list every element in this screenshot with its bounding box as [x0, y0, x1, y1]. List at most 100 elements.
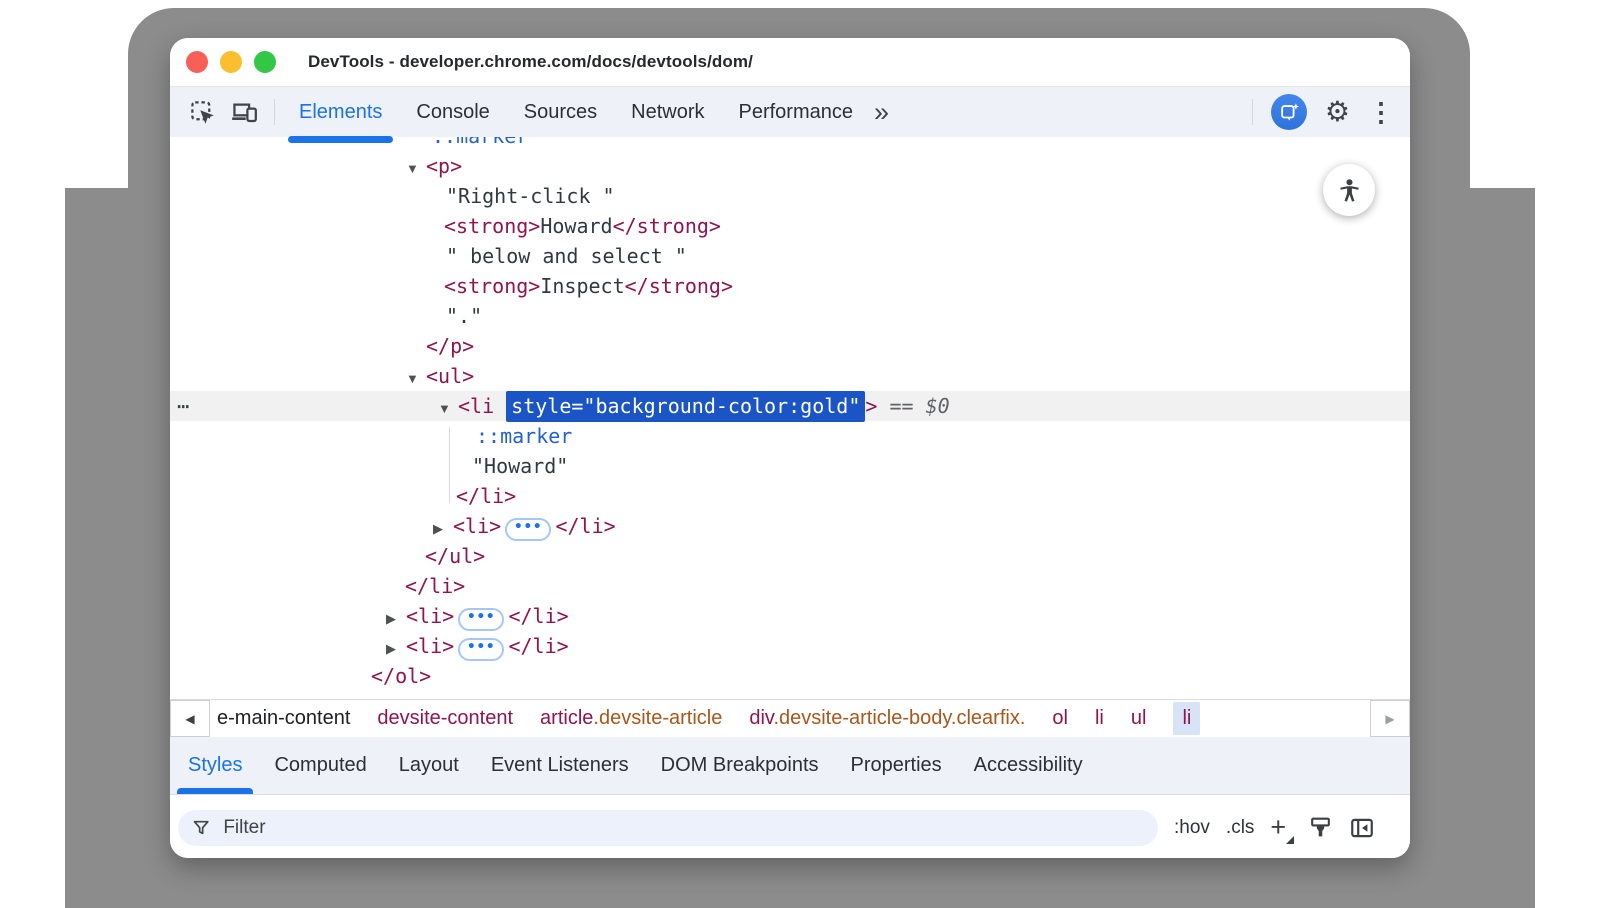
tag-token: </p> [426, 334, 474, 358]
collapse-arrow-icon[interactable]: ▼ [438, 394, 458, 424]
text-token: "Howard" [472, 454, 568, 478]
breadcrumb-item-li-selected[interactable]: li [1173, 702, 1200, 735]
tab-console[interactable]: Console [399, 87, 506, 137]
code-line: ::marker [432, 137, 528, 151]
tag-token: > [865, 394, 877, 418]
code-line: ▶<li>•••</li> [386, 631, 569, 664]
dom-tree-row[interactable]: <strong>Inspect</strong> [170, 271, 1410, 301]
dom-tree-row[interactable]: </ul> [170, 541, 1410, 571]
breadcrumb-bar: ◀ e-main-content devsite-content article.d… [170, 699, 1410, 737]
inspect-element-button[interactable] [188, 96, 216, 128]
expand-inline-button[interactable]: ••• [458, 638, 504, 661]
dom-tree-row[interactable]: </p> [170, 331, 1410, 361]
breadcrumb-scroll-left-button[interactable]: ◀ [170, 700, 210, 737]
breadcrumb-item-ol[interactable]: ol [1052, 707, 1068, 730]
dom-tree-row[interactable]: </ol> [170, 661, 1410, 691]
breadcrumb-item-li[interactable]: li [1095, 707, 1104, 730]
code-line: ▼<ul> [406, 361, 474, 394]
inspect-cursor-icon [189, 99, 216, 126]
dom-tree-row[interactable]: "Howard" [170, 451, 1410, 481]
tag-token: <p> [426, 154, 462, 178]
styles-filter-input[interactable] [221, 816, 1144, 840]
expand-arrow-icon[interactable]: ▶ [433, 514, 453, 544]
dom-tree-row[interactable]: <strong>Howard</strong> [170, 211, 1410, 241]
code-line: </li> [405, 571, 465, 601]
dom-tree-row[interactable]: ▶<li>•••</li> [170, 631, 1410, 661]
window-title: DevTools - developer.chrome.com/docs/dev… [308, 52, 753, 72]
devtools-window: DevTools - developer.chrome.com/docs/dev… [170, 38, 1410, 858]
breadcrumb-scroll-right-button[interactable]: ▶ [1370, 700, 1410, 737]
row-more-actions-icon[interactable]: ⋯ [177, 391, 190, 421]
tab-event-listeners[interactable]: Event Listeners [475, 737, 645, 794]
dom-tree-row-selected[interactable]: ⋯▼<li style="background-color:gold"> == … [170, 391, 1410, 421]
dom-tree-row[interactable]: " below and select " [170, 241, 1410, 271]
code-line: <strong>Inspect</strong> [444, 271, 733, 301]
collapse-arrow-icon[interactable]: ▼ [406, 364, 426, 394]
code-line: " below and select " [446, 241, 687, 271]
expand-inline-button[interactable]: ••• [458, 608, 504, 631]
tab-dom-breakpoints[interactable]: DOM Breakpoints [645, 737, 835, 794]
tab-elements[interactable]: Elements [282, 87, 399, 137]
dom-tree-row[interactable]: ▼<ul> [170, 361, 1410, 391]
tab-styles[interactable]: Styles [172, 737, 258, 794]
dom-tree-row[interactable]: </li> [170, 571, 1410, 601]
filter-pill[interactable] [178, 810, 1158, 846]
code-line: </ul> [425, 541, 485, 571]
styles-panel-tabs: StylesComputedLayoutEvent ListenersDOM B… [170, 737, 1410, 795]
breadcrumb: e-main-content devsite-content article.dev… [210, 700, 1210, 737]
breadcrumb-element-name: devsite-content [377, 707, 513, 729]
ai-assistant-button[interactable] [1271, 94, 1307, 130]
code-line: </li> [456, 481, 516, 511]
dock-side-toggle-button[interactable] [1349, 815, 1375, 841]
dom-tree-row[interactable]: "." [170, 301, 1410, 331]
breadcrumb-element-classes: .devsite-article [593, 707, 722, 729]
new-style-rule-button[interactable]: + [1270, 814, 1292, 841]
tab-properties[interactable]: Properties [835, 737, 958, 794]
breadcrumb-item-devsite-content[interactable]: devsite-content [377, 707, 513, 730]
tab-performance[interactable]: Performance [722, 87, 871, 137]
dom-tree-row[interactable]: ▶<li>•••</li> [170, 511, 1410, 541]
plus-icon: + [1270, 812, 1286, 842]
accessibility-fab[interactable] [1323, 164, 1375, 216]
tab-layout[interactable]: Layout [383, 737, 475, 794]
devtools-toolbar: ElementsConsoleSourcesNetworkPerformance… [170, 87, 1410, 137]
dom-tree-row[interactable]: "Right-click " [170, 181, 1410, 211]
more-menu-button[interactable]: ⋮ [1368, 99, 1394, 125]
code-line: "Howard" [472, 451, 568, 481]
close-window-button[interactable] [186, 51, 208, 73]
dom-tree-row[interactable]: ▶<li>•••</li> [170, 601, 1410, 631]
dom-tree-row[interactable]: ::marker [170, 421, 1410, 451]
device-toolbar-button[interactable] [230, 96, 258, 128]
breadcrumb-item-ul[interactable]: ul [1131, 707, 1147, 730]
collapse-arrow-icon[interactable]: ▼ [406, 154, 426, 184]
selected-attribute[interactable]: style="background-color:gold" [506, 391, 865, 422]
expand-arrow-icon[interactable]: ▶ [386, 604, 406, 634]
minimize-window-button[interactable] [220, 51, 242, 73]
element-classes-toggle[interactable]: .cls [1226, 817, 1255, 839]
zoom-window-button[interactable] [254, 51, 276, 73]
pseudo-state-toggle[interactable]: :hov [1174, 817, 1210, 839]
tab-computed[interactable]: Computed [258, 737, 382, 794]
dom-tree-row[interactable]: </li> [170, 481, 1410, 511]
breadcrumb-item-article[interactable]: article.devsite-article [540, 707, 722, 730]
breadcrumb-item-div[interactable]: div.devsite-article-body.clearfix. [749, 707, 1025, 730]
tag-token: </li> [508, 634, 568, 658]
breadcrumb-element-name: e-main-content [217, 707, 350, 729]
dock-panel-icon [1349, 815, 1375, 841]
rendering-emulation-button[interactable] [1308, 815, 1333, 840]
tag-token: <li [458, 394, 506, 418]
more-tabs-button[interactable]: » [874, 99, 889, 126]
tab-network[interactable]: Network [614, 87, 721, 137]
expand-inline-button[interactable]: ••• [505, 518, 551, 541]
tab-sources[interactable]: Sources [507, 87, 614, 137]
expand-arrow-icon[interactable]: ▶ [386, 634, 406, 664]
code-line: "Right-click " [446, 181, 615, 211]
toolbar-right-icons: ⚙ ⋮ [1252, 94, 1398, 130]
styles-filter-bar: :hov .cls + [170, 795, 1410, 858]
dom-tree-row[interactable]: ▼<p> [170, 151, 1410, 181]
settings-button[interactable]: ⚙ [1325, 98, 1350, 126]
tab-accessibility[interactable]: Accessibility [958, 737, 1099, 794]
toolbar-divider [1252, 99, 1253, 125]
tag-token: </li> [456, 484, 516, 508]
breadcrumb-item-e-main-content[interactable]: e-main-content [217, 707, 350, 730]
